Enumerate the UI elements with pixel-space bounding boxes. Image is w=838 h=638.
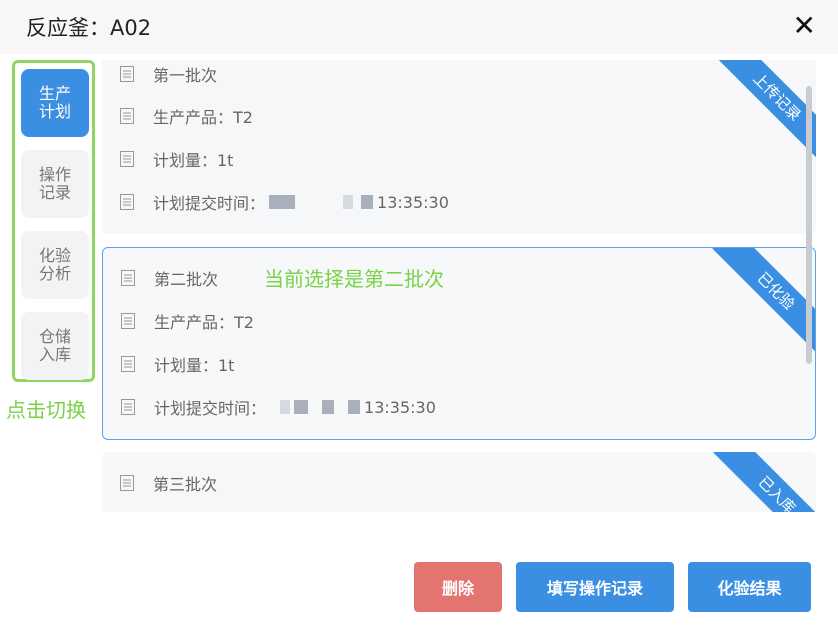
status-ribbon: 已化验 — [712, 248, 815, 355]
quantity-row: 计划量：1t — [120, 147, 233, 171]
switch-annotation: 点击切换 — [6, 398, 86, 422]
batch-name: 第一批次 — [153, 66, 218, 85]
submit-time-row: 计划提交时间： 13:35:30 — [121, 395, 436, 419]
document-icon — [120, 475, 134, 491]
document-icon — [121, 313, 135, 329]
document-icon — [120, 194, 134, 210]
dialog-header: 反应釜：A02 ✕ — [0, 0, 838, 54]
document-icon — [121, 399, 135, 415]
quantity-text: 计划量：1t — [153, 151, 234, 170]
product-text: 生产产品：T2 — [153, 108, 253, 127]
batch-name: 第二批次 — [154, 270, 219, 289]
document-icon — [121, 270, 135, 286]
document-icon — [120, 66, 134, 82]
sidebar-item-operation-record[interactable]: 操作记录 — [21, 150, 89, 218]
document-icon — [120, 108, 134, 124]
selection-annotation: 当前选择是第二批次 — [264, 267, 444, 291]
quantity-row: 计划量：1t — [121, 352, 234, 376]
batch-card-1[interactable]: 上传记录 第一批次 生产产品：T2 计划量：1t 计划提交时间： 13:35:3… — [102, 60, 816, 234]
sidebar-item-warehouse-in[interactable]: 仓储入库 — [21, 312, 89, 380]
delete-button[interactable]: 删除 — [414, 562, 502, 612]
submit-time-value: 13:35:30 — [377, 192, 449, 212]
redacted-date — [361, 195, 374, 209]
document-icon — [121, 356, 135, 372]
status-ribbon: 上传记录 — [713, 60, 816, 161]
sidebar-item-production-plan[interactable]: 生产计划 — [21, 69, 89, 137]
redacted-date — [348, 400, 361, 414]
close-icon[interactable]: ✕ — [793, 10, 816, 42]
redacted-date — [269, 195, 296, 209]
redacted-date — [343, 195, 354, 209]
product-row: 生产产品：T2 — [121, 309, 254, 333]
batch-list[interactable]: 上传记录 第一批次 生产产品：T2 计划量：1t 计划提交时间： 13:35:3… — [102, 60, 818, 512]
lab-result-button[interactable]: 化验结果 — [688, 562, 811, 612]
redacted-date — [322, 400, 335, 414]
list-scrollbar[interactable] — [806, 86, 812, 364]
redacted-date — [280, 400, 291, 414]
dialog-title: 反应釜：A02 — [26, 16, 152, 40]
status-ribbon: 已入库 — [713, 452, 816, 512]
batch-name-row: 第二批次 — [121, 266, 218, 290]
sidebar-item-label: 操作记录 — [38, 165, 71, 202]
product-text: 生产产品：T2 — [154, 313, 254, 332]
sidebar-item-label: 化验分析 — [38, 246, 71, 283]
product-row: 生产产品：T2 — [120, 104, 253, 128]
batch-name: 第三批次 — [153, 475, 218, 494]
batch-name-row: 第三批次 — [120, 471, 217, 495]
batch-card-2-selected[interactable]: 已化验 第二批次 生产产品：T2 计划量：1t 计划提交时间： 13:35:30 — [102, 247, 816, 440]
sidebar-item-label: 生产计划 — [38, 84, 71, 121]
redacted-date — [294, 400, 309, 414]
batch-name-row: 第一批次 — [120, 62, 217, 86]
batch-card-3[interactable]: 已入库 第三批次 — [102, 452, 816, 512]
sidebar-item-lab-analysis[interactable]: 化验分析 — [21, 231, 89, 299]
fill-operation-record-button[interactable]: 填写操作记录 — [516, 562, 674, 612]
sidebar-item-label: 仓储入库 — [38, 327, 71, 364]
quantity-text: 计划量：1t — [154, 356, 235, 375]
submit-time-label: 计划提交时间： — [153, 194, 266, 213]
submit-time-value: 13:35:30 — [364, 397, 436, 417]
document-icon — [120, 151, 134, 167]
submit-time-label: 计划提交时间： — [154, 399, 267, 418]
submit-time-row: 计划提交时间： 13:35:30 — [120, 190, 449, 214]
